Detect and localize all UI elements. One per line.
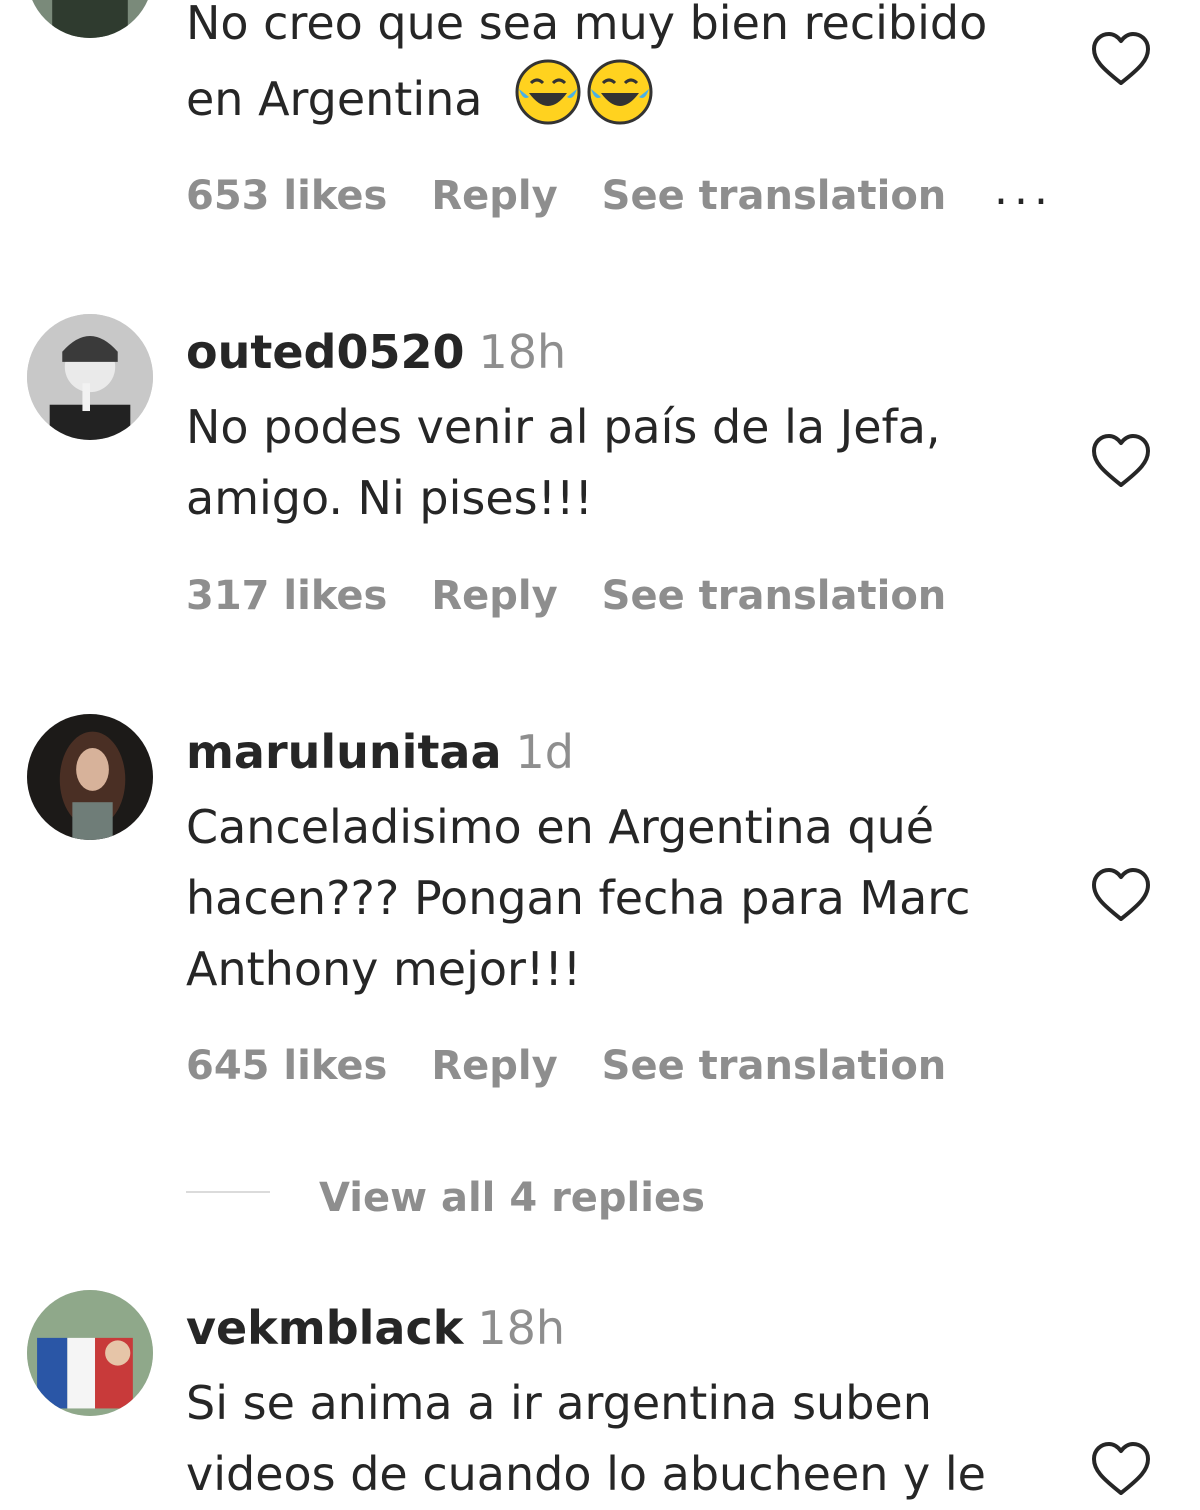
timestamp[interactable]: 1d (516, 725, 574, 779)
comment-text-line: Anthony mejor!!! (186, 942, 582, 996)
comment-header: marulunitaa 1d (186, 724, 1066, 780)
comment-text-line: Canceladisimo en Argentina qué (186, 800, 935, 854)
more-options-ellipsis-icon[interactable]: ... (994, 168, 1054, 212)
avatar[interactable] (27, 1290, 153, 1416)
likes-count[interactable]: 317 likes (186, 573, 387, 619)
reply-button[interactable]: Reply (431, 173, 557, 219)
username[interactable]: vekmblack (186, 1301, 463, 1355)
username[interactable]: marulunitaa (186, 725, 502, 779)
comment-header: vekmblack 18h (186, 1300, 1066, 1356)
comment-text: Canceladisimo en Argentina qué hacen??? … (186, 792, 1066, 1005)
comment-actions: 653 likes Reply See translation (186, 168, 990, 224)
comment-text-line: hacen??? Pongan fecha para Marc (186, 871, 971, 925)
like-heart-icon[interactable] (1090, 30, 1152, 88)
comment-text: No creo que sea muy bien recibido en Arg… (186, 0, 1066, 135)
like-heart-icon[interactable] (1090, 1440, 1152, 1498)
timestamp[interactable]: 18h (477, 1301, 565, 1355)
see-translation-button[interactable]: See translation (602, 573, 947, 619)
reply-button[interactable]: Reply (431, 573, 557, 619)
avatar[interactable] (27, 714, 153, 840)
likes-count[interactable]: 645 likes (186, 1043, 387, 1089)
comment-actions: 317 likes Reply See translation (186, 568, 990, 624)
see-translation-button[interactable]: See translation (602, 173, 947, 219)
comment-actions: 645 likes Reply See translation (186, 1038, 990, 1094)
username[interactable]: outed0520 (186, 325, 465, 379)
avatar[interactable] (27, 0, 153, 38)
comment-text: No podes venir al país de la Jefa, amigo… (186, 392, 1066, 534)
comment-text-line: No podes venir al país de la Jefa, (186, 400, 941, 454)
comment-text-line: Si se anima a ir argentina suben (186, 1376, 932, 1430)
like-heart-icon[interactable] (1090, 432, 1152, 490)
face-with-tears-of-joy-icon (515, 59, 581, 125)
comment-text-line: en Argentina (186, 59, 1066, 135)
comment-header: outed0520 18h (186, 324, 1066, 380)
replies-divider (186, 1191, 270, 1193)
avatar[interactable] (27, 314, 153, 440)
comment-text-line: No creo que sea muy bien recibido (186, 0, 988, 50)
comment-text: Si se anima a ir argentina suben videos … (186, 1368, 1066, 1510)
face-with-tears-of-joy-icon (587, 59, 653, 125)
see-translation-button[interactable]: See translation (602, 1043, 947, 1089)
comment-text-line: amigo. Ni pises!!! (186, 471, 593, 525)
reply-button[interactable]: Reply (431, 1043, 557, 1089)
timestamp[interactable]: 18h (479, 325, 567, 379)
likes-count[interactable]: 653 likes (186, 173, 387, 219)
like-heart-icon[interactable] (1090, 866, 1152, 924)
view-replies-label: View all 4 replies (319, 1175, 705, 1221)
